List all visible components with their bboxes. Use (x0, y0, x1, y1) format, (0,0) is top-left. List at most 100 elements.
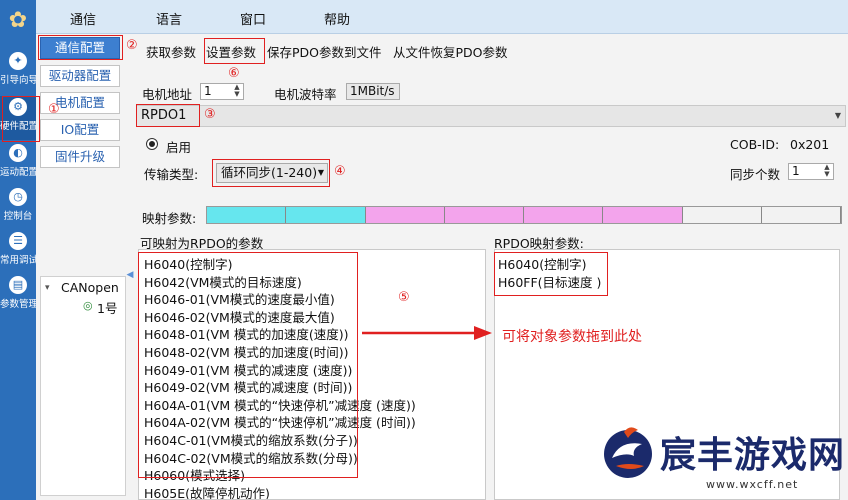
watermark-url: www.wxcff.net (706, 478, 799, 491)
transfer-type-select[interactable]: 循环同步(1-240) ▼ (216, 163, 328, 183)
avail-param-item[interactable]: H6042(VM模式的目标速度) (144, 272, 302, 291)
expand-icon[interactable]: ▾ (45, 283, 50, 293)
sub-nav: 通信配置 驱动器配置 电机配置 IO配置 固件升级 (36, 34, 126, 274)
mapping-segment[interactable] (603, 207, 683, 223)
mapping-segment[interactable] (365, 207, 445, 223)
set-params-button[interactable]: 设置参数 (206, 42, 256, 62)
mapping-segment[interactable] (444, 207, 524, 223)
save-pdo-button[interactable]: 保存PDO参数到文件 (267, 42, 382, 62)
mapped-param-item[interactable]: H6040(控制字) (498, 254, 586, 273)
subnav-drive-config[interactable]: 驱动器配置 (40, 65, 120, 87)
mapping-segment[interactable] (207, 207, 287, 223)
params-icon: ▤ (9, 276, 27, 294)
cobid-value: 0x201 (790, 137, 830, 152)
rail-item-label: 控制台 (3, 211, 33, 222)
left-rail: ✿ ✦ 引导向导 ⚙ 硬件配置 ◐ 运动配置 ◷ 控制台 ☰ 常用调试 ▤ 参数… (0, 0, 36, 500)
rpdo-select[interactable]: RPDO1 ▼ (136, 105, 846, 127)
tree-node-canopen[interactable]: CANopen (61, 280, 119, 295)
sync-count-spinner[interactable]: 1 ▲ ▼ (788, 163, 834, 180)
mapping-segment[interactable] (524, 207, 604, 223)
transfer-type-label: 传输类型: (144, 167, 199, 182)
avail-param-item[interactable]: H6040(控制字) (144, 254, 232, 273)
spin-arrows-icon[interactable]: ▲ ▼ (822, 164, 832, 179)
avail-param-item[interactable]: H6048-02(VM 模式的加速度(时间)) (144, 342, 348, 361)
motion-icon: ◐ (9, 144, 27, 162)
chevron-down-icon: ▼ (834, 111, 841, 120)
address-value: 1 (204, 84, 212, 98)
avail-param-item[interactable]: H6046-01(VM模式的速度最小值) (144, 289, 335, 308)
rail-item-label: 硬件配置 (0, 121, 36, 132)
gauge-icon: ◷ (9, 188, 27, 206)
rail-item-hardware[interactable]: ⚙ 硬件配置 (0, 96, 36, 140)
baud-select[interactable]: 1MBit/s (346, 83, 400, 100)
mapping-segment[interactable] (286, 207, 366, 223)
avail-param-item[interactable]: H6060(模式选择) (144, 465, 245, 484)
watermark-brand: 宸丰游戏网 (660, 435, 846, 476)
annotation-3: ③ (204, 107, 216, 122)
rail-item-label: 常用调试 (0, 255, 36, 266)
watermark: 宸丰游戏网 www.wxcff.net (598, 420, 844, 496)
rpdo-value: RPDO1 (141, 108, 187, 123)
drag-arrow-icon (362, 326, 492, 340)
subnav-comm-config[interactable]: 通信配置 (40, 37, 120, 59)
rail-item-wizard[interactable]: ✦ 引导向导 (0, 50, 36, 94)
spin-arrows-icon[interactable]: ▲ ▼ (232, 84, 242, 99)
mapped-param-item[interactable]: H60FF(目标速度 ) (498, 272, 601, 291)
transfer-type-value: 循环同步(1-240) (221, 165, 318, 180)
menu-help[interactable]: 帮助 (324, 9, 350, 28)
map-label: 映射参数: (142, 211, 197, 226)
collapse-arrow-icon[interactable]: ◀ (126, 270, 134, 290)
mapping-segment[interactable] (761, 207, 841, 223)
annotation-6: ⑥ (228, 66, 240, 81)
baud-value: 1MBit/s (350, 84, 395, 98)
annotation-5: ⑤ (398, 290, 410, 305)
drag-hint: 可将对象参数拖到此处 (502, 329, 642, 345)
enable-label: 启用 (166, 140, 192, 155)
avail-param-item[interactable]: H6048-01(VM 模式的加速度(速度)) (144, 324, 348, 343)
debug-icon: ☰ (9, 232, 27, 250)
wizard-icon: ✦ (9, 52, 27, 70)
menu-communication[interactable]: 通信 (70, 9, 96, 28)
address-label: 电机地址 (142, 87, 193, 102)
rail-item-motion[interactable]: ◐ 运动配置 (0, 142, 36, 186)
avail-param-item[interactable]: H604C-01(VM模式的缩放系数(分子)) (144, 430, 358, 449)
subnav-firmware-upgrade[interactable]: 固件升级 (40, 146, 120, 168)
avail-param-item[interactable]: H604A-01(VM 模式的“快速停机”减速度 (速度)) (144, 395, 416, 414)
device-tree: ▾ CANopen ◎ 1号 (40, 276, 126, 496)
rail-item-label: 引导向导 (0, 75, 36, 86)
avail-param-item[interactable]: H604C-02(VM模式的缩放系数(分母)) (144, 448, 358, 467)
enable-radio[interactable] (146, 138, 158, 150)
avail-param-item[interactable]: H604A-02(VM 模式的“快速停机”减速度 (时间)) (144, 412, 416, 431)
rail-item-params[interactable]: ▤ 参数管理 (0, 274, 36, 318)
rail-item-label: 参数管理 (0, 299, 36, 310)
annotation-4: ④ (334, 164, 346, 179)
avail-param-item[interactable]: H6046-02(VM模式的速度最大值) (144, 307, 335, 326)
menu-window[interactable]: 窗口 (240, 9, 266, 28)
avail-param-item[interactable]: H605E(故障停机动作) (144, 483, 270, 499)
subnav-io-config[interactable]: IO配置 (40, 119, 120, 141)
rail-item-debug[interactable]: ☰ 常用调试 (0, 230, 36, 274)
baud-label: 电机波特率 (274, 87, 337, 102)
address-spinner[interactable]: 1 ▲ ▼ (200, 83, 244, 100)
annotation-1: ① (48, 102, 60, 117)
avail-param-item[interactable]: H6049-01(VM 模式的减速度 (速度)) (144, 360, 352, 379)
sync-count-label: 同步个数 (730, 167, 781, 182)
watermark-logo-icon (604, 427, 652, 478)
avail-param-item[interactable]: H6049-02(VM 模式的减速度 (时间)) (144, 377, 352, 396)
mapping-segment[interactable] (682, 207, 762, 223)
node-status-icon: ◎ (83, 299, 93, 312)
cobid-label: COB-ID: (730, 137, 780, 152)
app-logo-icon: ✿ (8, 8, 28, 33)
rail-item-console[interactable]: ◷ 控制台 (0, 186, 36, 230)
menu-language[interactable]: 语言 (156, 9, 182, 28)
hardware-icon: ⚙ (9, 98, 27, 116)
get-params-button[interactable]: 获取参数 (146, 42, 196, 62)
available-params-list[interactable]: H6040(控制字) H6042(VM模式的目标速度) H6046-01(VM模式的… (138, 249, 486, 500)
chevron-down-icon: ▼ (317, 168, 324, 177)
restore-pdo-button[interactable]: 从文件恢复PDO参数 (393, 42, 508, 62)
menu-bar: 通信 语言 窗口 帮助 (36, 0, 848, 34)
tree-node-axis1[interactable]: 1号 (97, 298, 117, 317)
annotation-2: ② (126, 38, 138, 53)
mapping-bar[interactable] (206, 206, 842, 224)
sync-count-value: 1 (792, 164, 800, 178)
